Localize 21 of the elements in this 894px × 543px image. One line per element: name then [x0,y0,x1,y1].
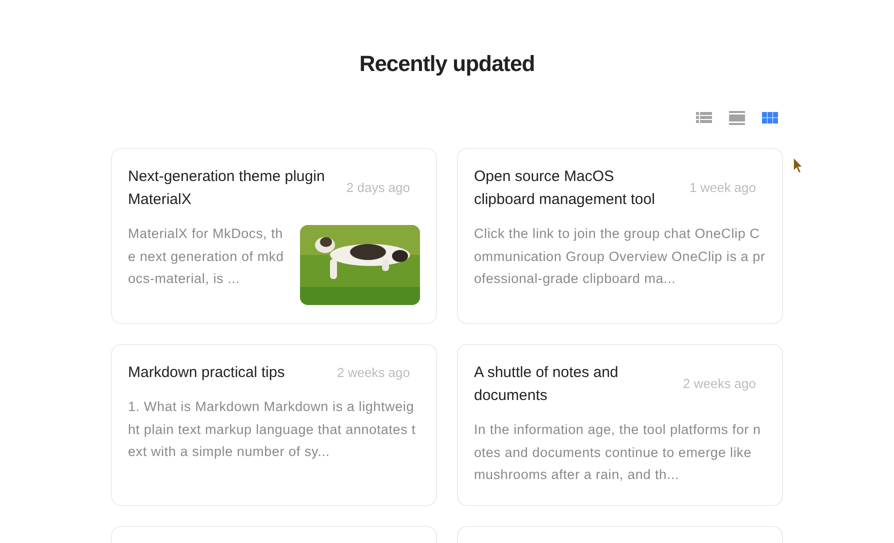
post-title[interactable]: A shuttle of notes and documents [474,361,674,407]
post-title[interactable]: Markdown practical tips [128,361,328,384]
post-excerpt: In the information age, the tool platforms for notes and documents continue to emerge like mushrooms after a rain, and th... [474,421,762,484]
post-excerpt: 1. What is Markdown Markdown is a lightweight plain text markup language that annotates text with a simple number of sy... [128,398,417,461]
post-card[interactable]: A shuttle of notes and documents 2 weeks ago In the information age, the tool platforms for notes and documents continue to emerge like mushrooms after a rain, and th... [457,344,783,506]
post-title[interactable]: Next-generation theme plugin MaterialX [128,165,328,211]
post-excerpt: MaterialX for MkDocs, the next generation of mkdocs-material, is ... [128,225,285,288]
post-excerpt: Click the link to join the group chat OneClip Communication Group Overview OneClip is a professional-grade clipboard ma... [474,225,766,288]
post-card[interactable]: Next-generation theme plugin MaterialX 2 days ago MaterialX for MkDocs, the next generation of mkdocs-material, is ... [111,148,437,324]
post-card[interactable]: Markdown practical tips 2 weeks ago 1. What is Markdown Markdown is a lightweight plain text markup language that annotates text with a simple number of sy... [111,344,437,506]
post-title[interactable]: Open source MacOS clipboard management tool [474,165,674,211]
post-card[interactable]: Open source MacOS clipboard management tool 1 week ago Click the link to join the group chat OneClip Communication Group Overview OneClip is a professional-grade clipboard ma... [457,148,783,324]
cursor-icon [793,157,803,174]
grid-view-icon[interactable] [762,111,778,125]
post-time: 1 week ago [690,179,756,198]
page-heading: Recently updated [359,50,535,78]
rows-view-icon[interactable] [729,111,745,125]
post-time: 2 weeks ago [337,364,410,382]
list-view-icon[interactable] [696,111,712,125]
post-time: 2 weeks ago [683,375,756,394]
post-time: 2 days ago [346,179,410,198]
